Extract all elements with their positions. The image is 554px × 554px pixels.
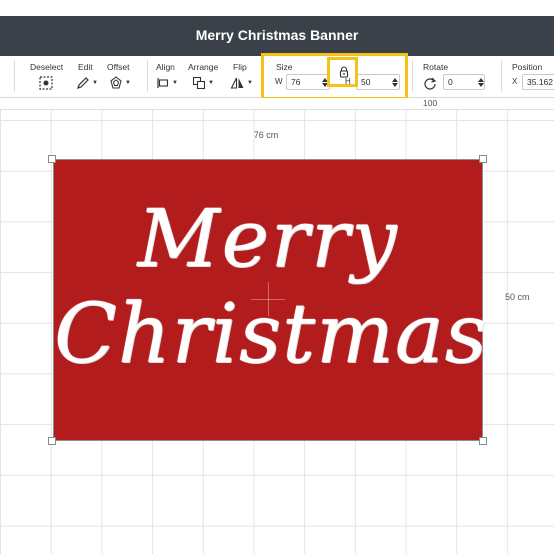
toolbar-divider	[412, 60, 413, 92]
resize-handle-bottom-left[interactable]	[48, 437, 56, 445]
offset-icon: ▼	[109, 75, 131, 91]
chevron-down-icon: ▼	[92, 80, 98, 86]
toolbar-divider	[501, 60, 502, 92]
toolbar-divider	[14, 60, 15, 92]
ruler-mark: 100	[423, 98, 438, 108]
horizontal-ruler: 100	[0, 98, 554, 110]
resize-handle-bottom-right[interactable]	[479, 437, 487, 445]
chevron-down-icon: ▼	[208, 80, 214, 86]
rotate-label: Rotate	[423, 62, 449, 72]
document-title: Merry Christmas Banner	[195, 27, 359, 43]
flip-label: Flip	[233, 62, 247, 72]
banner-text-merry: Merry	[137, 192, 399, 285]
edit-label: Edit	[78, 62, 93, 72]
lock-highlight-box	[327, 57, 358, 87]
flip-icon: ▼	[230, 75, 253, 91]
title-bar: Merry Christmas Banner	[0, 16, 554, 56]
resize-handle-top-right[interactable]	[479, 155, 487, 163]
align-label: Align	[156, 62, 175, 72]
arrange-label: Arrange	[188, 62, 219, 72]
center-crosshair	[251, 299, 285, 300]
pen-icon: ▼	[76, 75, 98, 91]
height-dimension-label: 50 cm	[505, 292, 530, 302]
rotate-stepper[interactable]	[478, 75, 484, 89]
chevron-down-icon: ▼	[125, 80, 131, 86]
x-label: X	[512, 77, 518, 86]
arrange-icon: ▼	[192, 75, 214, 91]
deselect-icon	[38, 75, 54, 91]
resize-handle-top-left[interactable]	[48, 155, 56, 163]
deselect-label: Deselect	[30, 62, 64, 72]
position-label: Position	[512, 62, 543, 72]
width-dimension-label: 76 cm	[253, 130, 279, 140]
rotate-icon	[423, 75, 437, 91]
x-position-field[interactable]: 35.162	[522, 74, 554, 90]
chevron-down-icon: ▼	[172, 80, 178, 86]
align-icon: ▼	[156, 75, 178, 91]
toolbar-divider	[147, 60, 148, 92]
chevron-down-icon: ▼	[247, 80, 253, 86]
offset-label: Offset	[107, 62, 130, 72]
